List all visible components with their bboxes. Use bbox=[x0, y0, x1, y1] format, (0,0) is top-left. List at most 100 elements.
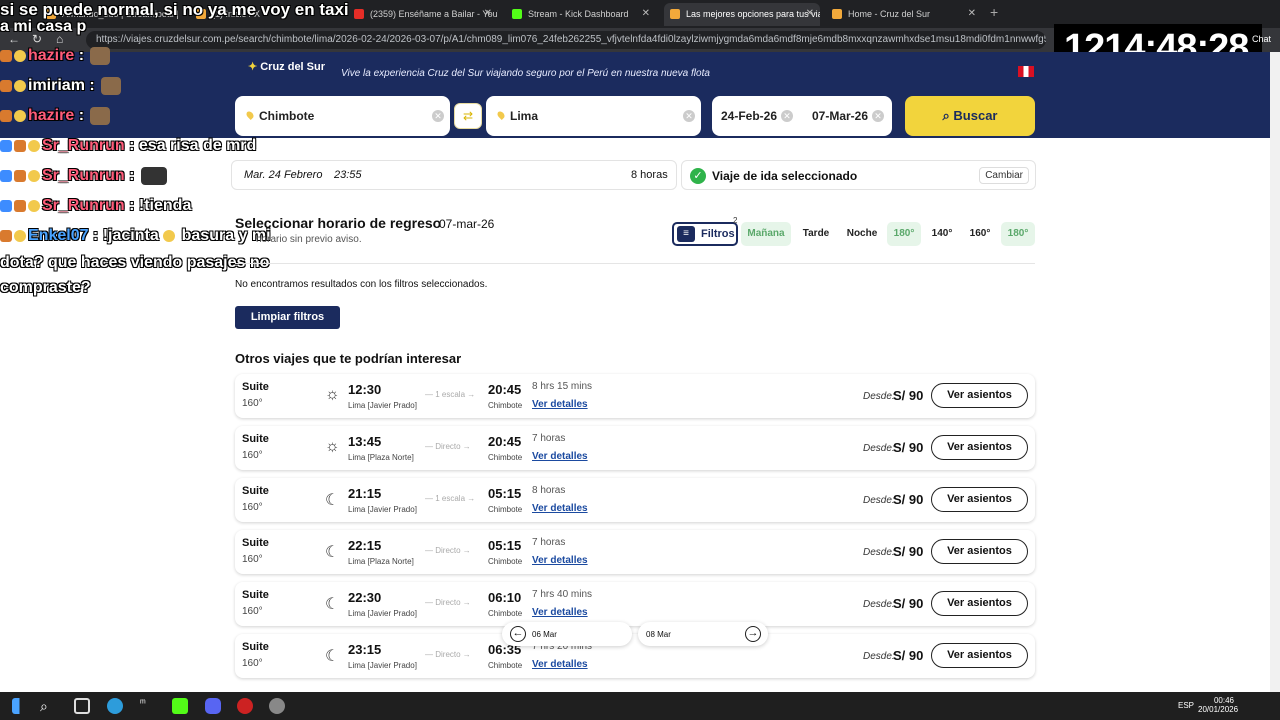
trip-card: Suite 160° ☾ 21:15 Lima [Javier Prado] — 1 es… bbox=[235, 478, 1035, 522]
details-link[interactable]: Ver detalles bbox=[532, 399, 588, 410]
chip-180b[interactable]: 180° bbox=[1001, 222, 1035, 246]
chat-label[interactable]: Chat bbox=[1252, 34, 1271, 44]
price-prefix: Desde: bbox=[863, 443, 895, 454]
details-link[interactable]: Ver detalles bbox=[532, 555, 588, 566]
clock[interactable]: 00:46 20/01/2026 bbox=[1198, 696, 1238, 714]
cruz-del-sur-logo[interactable]: ✦ Cruz del Sur bbox=[248, 60, 325, 73]
destination-terminal: Chimbote bbox=[488, 661, 523, 670]
tab-kick[interactable]: Stream - Kick Dashboard ✕ bbox=[506, 3, 656, 26]
details-link[interactable]: Ver detalles bbox=[532, 659, 588, 670]
destination-terminal: Chimbote bbox=[488, 557, 523, 566]
obs-icon[interactable] bbox=[237, 698, 253, 714]
destination-terminal: Chimbote bbox=[488, 453, 523, 462]
departure-time: 22:15 bbox=[348, 538, 382, 553]
chat-message: imiriam : bbox=[0, 77, 122, 95]
task-view-icon[interactable] bbox=[74, 698, 90, 714]
search-button[interactable]: ⌕ Buscar bbox=[905, 96, 1035, 136]
chat-headline-2: a mi casa p bbox=[0, 18, 87, 35]
chip-tarde[interactable]: Tarde bbox=[795, 222, 837, 246]
dates-field[interactable]: 24-Feb-26 ✕ 07-Mar-26 ✕ bbox=[712, 96, 892, 136]
departure-time: 21:15 bbox=[348, 486, 382, 501]
view-seats-button[interactable]: Ver asientos bbox=[931, 643, 1028, 668]
tab-youtube[interactable]: (2359) Enséñame a Bailar - YouTub✕ bbox=[348, 3, 498, 26]
departure-time: 22:30 bbox=[348, 590, 382, 605]
scrollbar[interactable] bbox=[1270, 52, 1280, 692]
tab-cruzdelsur-home[interactable]: Home - Cruz del Sur ✕ bbox=[826, 3, 982, 26]
chip-180[interactable]: 180° bbox=[887, 222, 921, 246]
moon-icon: ☾ bbox=[325, 596, 340, 613]
outbound-summary: Mar. 24 Febrero 23:55 8 horas bbox=[231, 160, 677, 190]
language-indicator[interactable]: ESP bbox=[1178, 701, 1194, 710]
service-name: Suite bbox=[242, 589, 269, 601]
origin-terminal: Lima [Javier Prado] bbox=[348, 661, 417, 670]
filters-button[interactable]: ≡ Filtros bbox=[672, 222, 738, 246]
emote-icon bbox=[90, 107, 111, 125]
peru-flag-icon[interactable] bbox=[1018, 66, 1034, 77]
price-prefix: Desde: bbox=[863, 391, 895, 402]
clear-icon[interactable]: ✕ bbox=[432, 110, 444, 122]
app-icon[interactable]: ᵐ bbox=[140, 698, 156, 714]
search-icon[interactable]: ⌕ bbox=[40, 698, 56, 714]
details-link[interactable]: Ver detalles bbox=[532, 503, 588, 514]
discord-icon[interactable] bbox=[205, 698, 221, 714]
kick-icon[interactable] bbox=[172, 698, 188, 714]
badge-icon bbox=[0, 80, 12, 92]
close-icon[interactable]: ✕ bbox=[484, 8, 492, 19]
close-icon[interactable]: ✕ bbox=[806, 8, 814, 19]
view-seats-button[interactable]: Ver asientos bbox=[931, 487, 1028, 512]
price: S/ 90 bbox=[893, 648, 924, 663]
chat-message: Enkel07 : !jacinta basura y mi bbox=[0, 227, 271, 245]
view-seats-button[interactable]: Ver asientos bbox=[931, 539, 1028, 564]
app-icon[interactable] bbox=[269, 698, 285, 714]
badge-icon bbox=[0, 170, 12, 182]
view-seats-button[interactable]: Ver asientos bbox=[931, 591, 1028, 616]
date-return[interactable]: 07-Mar-26 bbox=[812, 109, 868, 123]
chat-message: hazire : bbox=[0, 107, 111, 125]
chip-160[interactable]: 160° bbox=[963, 222, 997, 246]
taskbar: ⌕ ᵐ ESP 00:46 20/01/2026 bbox=[0, 692, 1280, 720]
url-field[interactable]: https://viajes.cruzdelsur.com.pe/search/… bbox=[86, 31, 1046, 49]
seat-degree: 160° bbox=[242, 554, 263, 565]
badge-icon bbox=[0, 199, 12, 212]
departure-time: 23:15 bbox=[348, 642, 382, 657]
destination-field[interactable]: Lima ✕ bbox=[486, 96, 701, 136]
details-link[interactable]: Ver detalles bbox=[532, 451, 588, 462]
other-trips-title: Otros viajes que te podrían interesar bbox=[235, 351, 462, 366]
close-icon[interactable]: ✕ bbox=[968, 8, 976, 19]
edge-icon[interactable] bbox=[107, 698, 123, 714]
tab-cruzdelsur-search[interactable]: Las mejores opciones para tus viaje ✕ bbox=[664, 3, 820, 26]
arrival-time: 20:45 bbox=[488, 434, 522, 449]
clear-icon[interactable]: ✕ bbox=[683, 110, 695, 122]
origin-field[interactable]: Chimbote ✕ bbox=[235, 96, 450, 136]
price-prefix: Desde: bbox=[863, 651, 895, 662]
chip-140[interactable]: 140° bbox=[925, 222, 959, 246]
swap-route-button[interactable]: ⇄ bbox=[454, 103, 482, 129]
new-tab-button[interactable]: + bbox=[990, 4, 998, 20]
next-date-button[interactable]: 08 Mar → bbox=[638, 622, 768, 646]
moon-icon: ☾ bbox=[325, 544, 340, 561]
clear-filters-button[interactable]: Limpiar filtros bbox=[235, 306, 340, 329]
change-button[interactable]: Cambiar bbox=[979, 167, 1029, 184]
stops-label: — Directo → bbox=[425, 546, 471, 555]
date-out[interactable]: 24-Feb-26 bbox=[721, 109, 777, 123]
coin-icon bbox=[28, 199, 40, 212]
service-name: Suite bbox=[242, 537, 269, 549]
view-seats-button[interactable]: Ver asientos bbox=[931, 435, 1028, 460]
destination-terminal: Chimbote bbox=[488, 401, 523, 410]
close-icon[interactable]: ✕ bbox=[642, 8, 650, 19]
location-pin-icon bbox=[245, 110, 255, 120]
emote-icon bbox=[163, 229, 176, 242]
service-name: Suite bbox=[242, 641, 269, 653]
windows-start-icon[interactable] bbox=[12, 698, 28, 714]
price: S/ 90 bbox=[893, 492, 924, 507]
clear-icon[interactable]: ✕ bbox=[781, 110, 793, 122]
chip-noche[interactable]: Noche bbox=[840, 222, 884, 246]
price-prefix: Desde: bbox=[863, 495, 895, 506]
prev-date-button[interactable]: ← 06 Mar bbox=[502, 622, 632, 646]
view-seats-button[interactable]: Ver asientos bbox=[931, 383, 1028, 408]
chip-manana[interactable]: Mañana bbox=[741, 222, 791, 246]
moon-icon: ☾ bbox=[325, 648, 340, 665]
details-link[interactable]: Ver detalles bbox=[532, 607, 588, 618]
clear-icon[interactable]: ✕ bbox=[872, 110, 884, 122]
badge-icon bbox=[14, 199, 26, 212]
